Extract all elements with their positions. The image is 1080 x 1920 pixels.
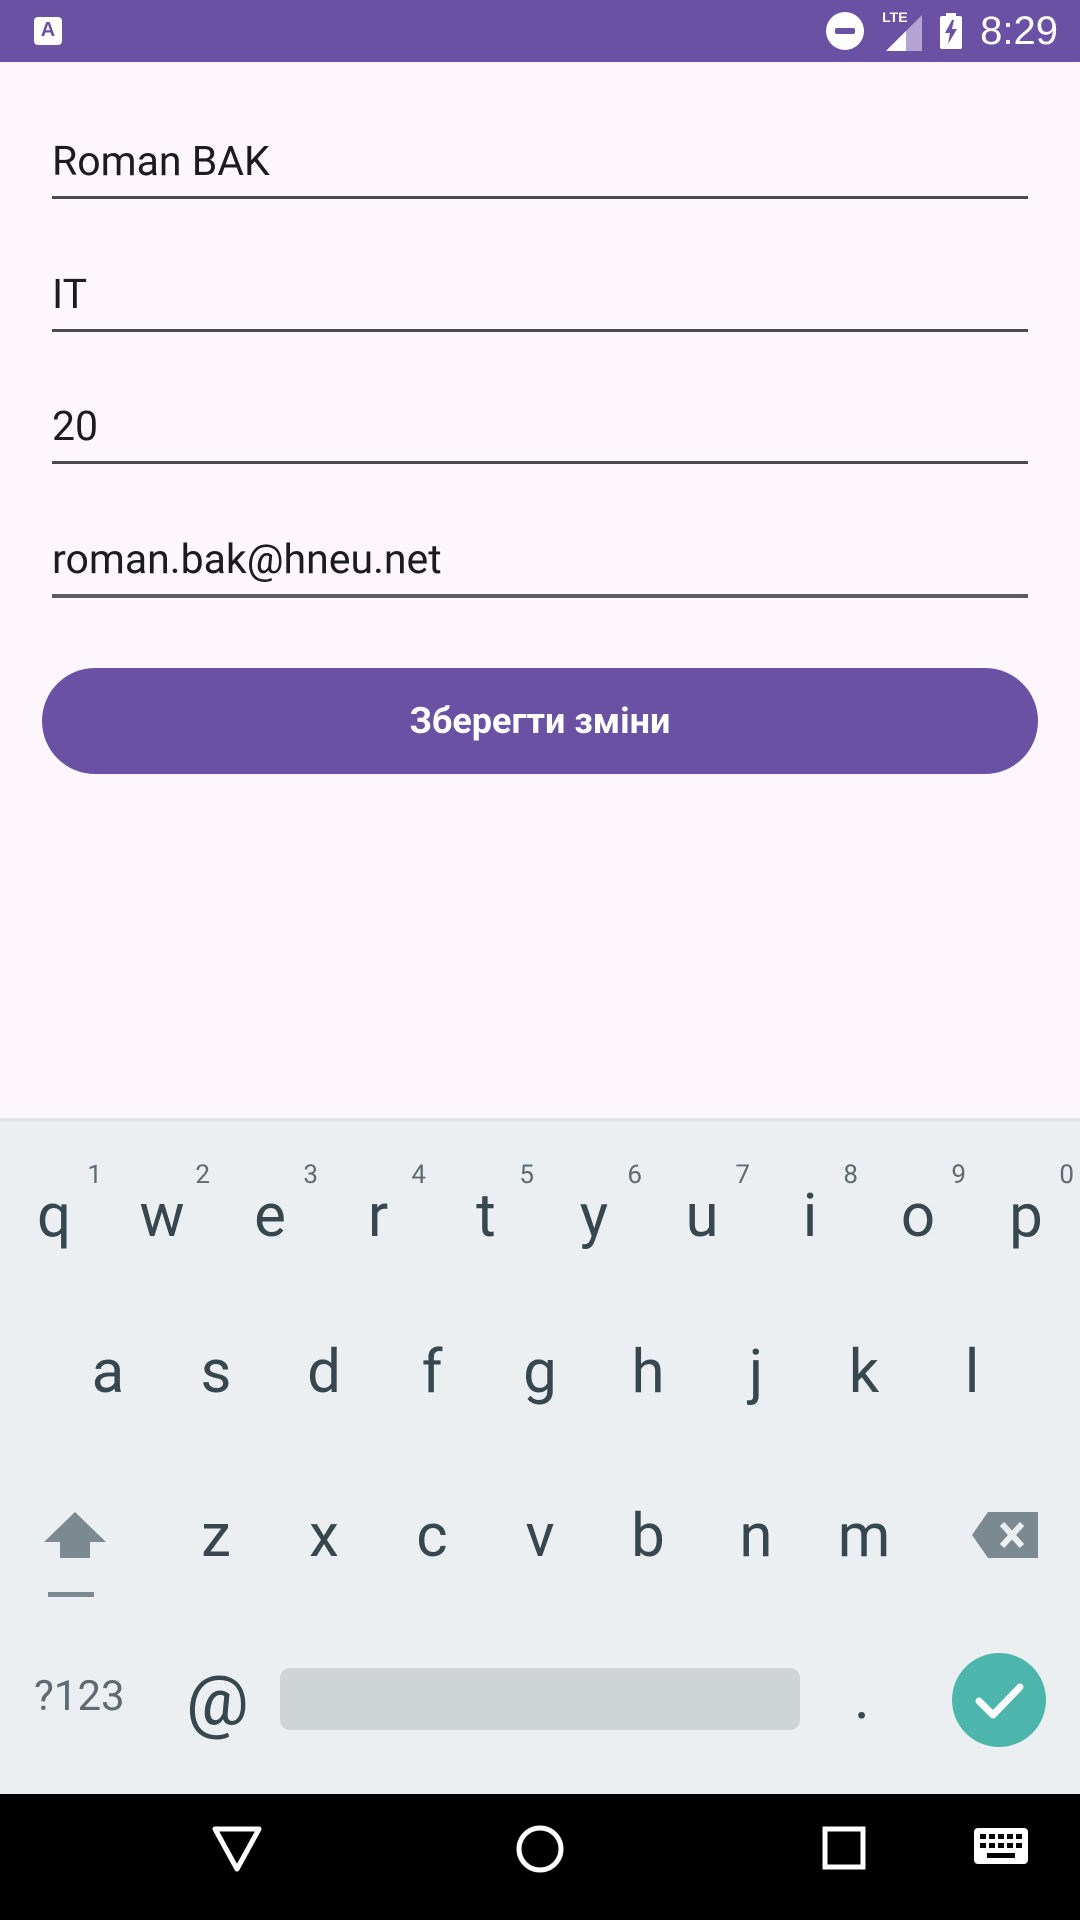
key-label: r: [367, 1180, 389, 1251]
network-type-label: LTE: [882, 9, 908, 25]
key-m[interactable]: m: [824, 1500, 904, 1571]
key-label: f: [421, 1336, 443, 1407]
key-label: j: [748, 1336, 764, 1407]
key-label: u: [685, 1180, 719, 1251]
key-hint-2: 2: [195, 1160, 210, 1190]
at-key[interactable]: @: [186, 1660, 249, 1742]
symbols-key[interactable]: ?123: [34, 1672, 125, 1721]
home-icon[interactable]: [515, 1824, 565, 1878]
key-label: i: [802, 1180, 818, 1251]
key-label: k: [848, 1336, 880, 1407]
key-hint-0: 0: [1059, 1160, 1074, 1190]
key-j[interactable]: j: [716, 1336, 796, 1407]
key-a[interactable]: a: [68, 1336, 148, 1407]
key-y[interactable]: 6y: [554, 1160, 642, 1260]
do-not-disturb-icon: [826, 12, 865, 50]
key-s[interactable]: s: [176, 1336, 256, 1407]
lte-signal-icon: LTE: [882, 9, 923, 51]
back-icon[interactable]: [212, 1824, 262, 1878]
key-hint-3: 3: [303, 1160, 318, 1190]
key-w[interactable]: 2w: [122, 1160, 210, 1260]
status-bar: A LTE 8:29: [0, 0, 1080, 62]
save-changes-button[interactable]: Зберегти зміни: [42, 668, 1038, 774]
key-label: g: [523, 1336, 557, 1407]
key-o[interactable]: 9o: [878, 1160, 966, 1260]
key-label: t: [476, 1180, 496, 1251]
key-label: w: [139, 1180, 185, 1251]
key-label: e: [254, 1180, 286, 1251]
key-n[interactable]: n: [716, 1500, 796, 1571]
key-hint-5: 5: [519, 1160, 534, 1190]
key-hint-9: 9: [951, 1160, 966, 1190]
key-e[interactable]: 3e: [230, 1160, 318, 1260]
period-key[interactable]: .: [854, 1662, 870, 1733]
key-p[interactable]: 0p: [986, 1160, 1074, 1260]
key-g[interactable]: g: [500, 1336, 580, 1407]
key-label: x: [309, 1500, 339, 1571]
key-label: y: [579, 1180, 609, 1251]
key-label: m: [837, 1500, 891, 1571]
key-hint-6: 6: [627, 1160, 642, 1190]
recents-icon[interactable]: [820, 1824, 870, 1878]
key-label: n: [739, 1500, 773, 1571]
app-launcher-icon: A: [34, 17, 62, 45]
clock: 8:29: [980, 8, 1058, 53]
enter-check-icon[interactable]: [952, 1653, 1046, 1747]
key-f[interactable]: f: [392, 1336, 472, 1407]
navigation-bar: [0, 1794, 1080, 1920]
key-label: l: [964, 1336, 980, 1407]
key-d[interactable]: d: [284, 1336, 364, 1407]
key-label: c: [416, 1500, 448, 1571]
key-hint-1: 1: [87, 1160, 102, 1190]
email-field[interactable]: roman.bak@hneu.net: [52, 524, 1028, 598]
key-r[interactable]: 4r: [338, 1160, 426, 1260]
email-field-value: roman.bak@hneu.net: [52, 536, 442, 584]
key-hint-8: 8: [843, 1160, 858, 1190]
department-field[interactable]: IT: [52, 259, 1028, 332]
key-q[interactable]: 1q: [14, 1160, 102, 1260]
name-field-value: Roman BAK: [52, 138, 270, 186]
key-v[interactable]: v: [500, 1500, 580, 1571]
age-field-value: 20: [52, 403, 99, 451]
key-label: z: [201, 1500, 231, 1571]
backspace-icon[interactable]: [972, 1510, 1038, 1560]
spacebar[interactable]: [280, 1668, 800, 1730]
key-label: v: [525, 1500, 555, 1571]
key-l[interactable]: l: [932, 1336, 1012, 1407]
key-hint-4: 4: [411, 1160, 426, 1190]
key-u[interactable]: 7u: [662, 1160, 750, 1260]
key-t[interactable]: 5t: [446, 1160, 534, 1260]
key-label: q: [36, 1180, 72, 1251]
key-label: o: [900, 1180, 936, 1251]
key-label: b: [631, 1500, 665, 1571]
key-b[interactable]: b: [608, 1500, 688, 1571]
shift-icon[interactable]: [44, 1508, 106, 1598]
key-label: p: [1009, 1180, 1043, 1251]
age-field[interactable]: 20: [52, 391, 1028, 464]
key-c[interactable]: c: [392, 1500, 472, 1571]
key-label: a: [91, 1336, 125, 1407]
key-label: h: [631, 1336, 665, 1407]
key-z[interactable]: z: [176, 1500, 256, 1571]
key-hint-7: 7: [735, 1160, 750, 1190]
key-label: s: [200, 1336, 232, 1407]
name-field[interactable]: Roman BAK: [52, 126, 1028, 199]
key-label: d: [307, 1336, 341, 1407]
key-h[interactable]: h: [608, 1336, 688, 1407]
key-i[interactable]: 8i: [770, 1160, 858, 1260]
department-field-value: IT: [52, 271, 88, 319]
key-k[interactable]: k: [824, 1336, 904, 1407]
battery-charging-icon: [940, 13, 963, 49]
key-x[interactable]: x: [284, 1500, 364, 1571]
keyboard-switch-icon[interactable]: [974, 1828, 1028, 1872]
